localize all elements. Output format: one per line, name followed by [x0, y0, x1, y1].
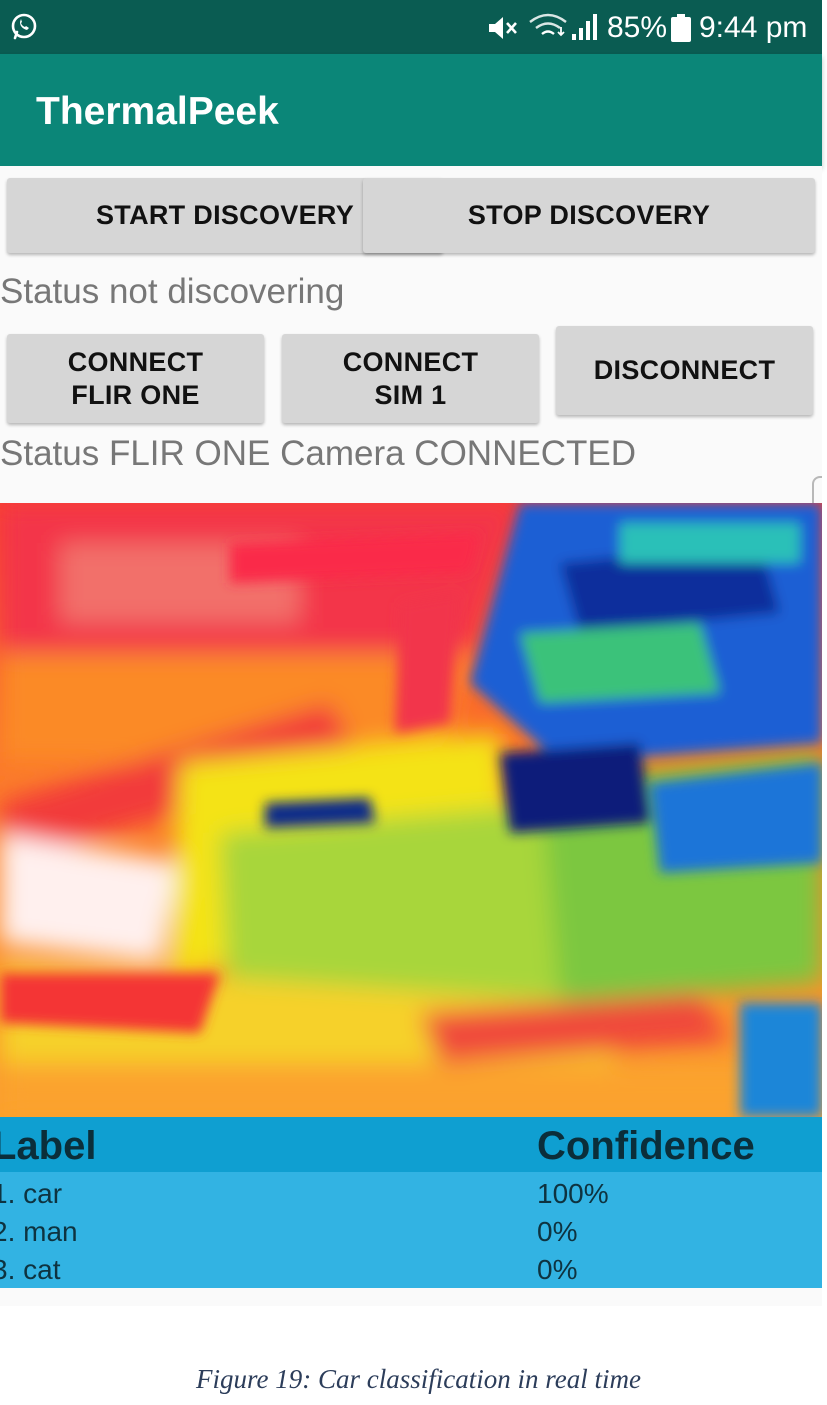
- result-row: 2. man 0%: [0, 1212, 822, 1251]
- results-label-header: Label: [0, 1124, 97, 1168]
- connect-sim-label-line2: SIM 1: [374, 379, 447, 410]
- wifi-icon: [529, 13, 567, 37]
- results-confidence-header: Confidence: [537, 1124, 755, 1168]
- discovery-status: Status not discovering: [0, 272, 345, 311]
- results-list: 1. car 100% 2. man 0% 3. cat 0%: [0, 1172, 822, 1288]
- result-confidence: 100%: [537, 1178, 609, 1209]
- result-confidence: 0%: [537, 1216, 578, 1247]
- signal-icon: [572, 14, 597, 40]
- result-label: 3. cat: [0, 1254, 61, 1285]
- app-bar: ThermalPeek: [0, 54, 822, 166]
- result-confidence: 0%: [537, 1254, 578, 1285]
- clock: 9:44 pm: [699, 11, 808, 44]
- connect-sim-button[interactable]: CONNECT SIM 1: [282, 334, 539, 423]
- figure-caption: Figure 19: Car classification in real ti…: [196, 1364, 641, 1394]
- whatsapp-icon: [11, 13, 37, 40]
- camera-status: Status FLIR ONE Camera CONNECTED: [0, 434, 636, 473]
- connect-flir-one-label-line2: FLIR ONE: [71, 379, 200, 410]
- battery-percent: 85%: [607, 11, 668, 44]
- battery-icon: [671, 14, 691, 42]
- disconnect-button[interactable]: DISCONNECT: [556, 326, 813, 415]
- mute-icon: [489, 17, 517, 39]
- app-title: ThermalPeek: [36, 90, 279, 133]
- connect-sim-label-line1: CONNECT: [342, 346, 479, 377]
- result-row: 3. cat 0%: [0, 1250, 822, 1289]
- connect-flir-one-label-line1: CONNECT: [67, 346, 204, 377]
- thermal-image: [0, 503, 822, 1117]
- status-bar: 85% 9:44 pm: [0, 0, 822, 54]
- stop-discovery-button[interactable]: STOP DISCOVERY: [363, 178, 815, 253]
- thermal-camera-view: [0, 503, 822, 1117]
- connect-flir-one-button[interactable]: CONNECT FLIR ONE: [7, 334, 264, 423]
- result-label: 1. car: [0, 1178, 63, 1209]
- result-label: 2. man: [0, 1216, 78, 1247]
- result-row: 1. car 100%: [0, 1174, 822, 1213]
- results-header: Label Confidence: [0, 1117, 822, 1172]
